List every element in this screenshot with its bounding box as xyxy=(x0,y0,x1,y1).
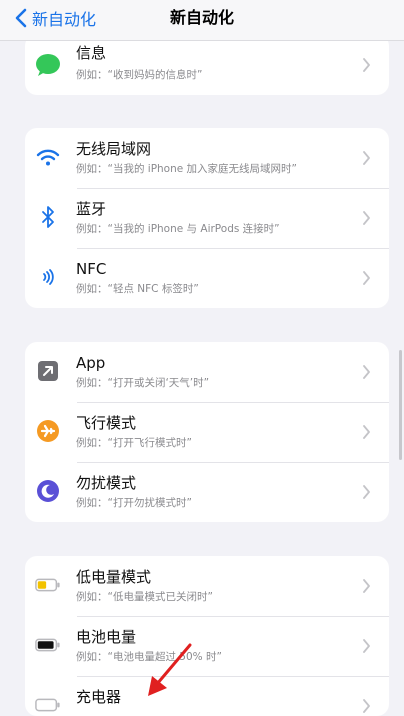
chevron-right-icon xyxy=(363,425,370,439)
trigger-row-airplane-mode[interactable]: 飞行模式 例如：“打开飞行模式时” xyxy=(25,402,389,462)
trigger-group-communication: 信息 例如：“收到妈妈的信息时” xyxy=(25,34,389,95)
trigger-label: 无线局域网 xyxy=(76,140,152,158)
trigger-label: 飞行模式 xyxy=(76,414,137,432)
trigger-example: 例如：“电池电量超过 50% 时” xyxy=(76,651,222,663)
message-icon xyxy=(35,52,61,78)
navigation-bar: 新自动化 新自动化 xyxy=(0,0,404,41)
airplane-icon xyxy=(35,418,61,444)
trigger-row-nfc[interactable]: NFC 例如：“轻点 NFC 标签时” xyxy=(25,248,389,308)
trigger-row-do-not-disturb[interactable]: 勿扰模式 例如：“打开勿扰模式时” xyxy=(25,462,389,522)
trigger-group-connectivity: 无线局域网 例如：“当我的 iPhone 加入家庭无线局域网时” 蓝牙 例如：“… xyxy=(25,128,389,308)
nfc-icon xyxy=(35,264,61,290)
page-title: 新自动化 xyxy=(169,8,234,27)
trigger-example: 例如：“低电量模式已关闭时” xyxy=(76,591,213,603)
trigger-label: 蓝牙 xyxy=(76,200,107,218)
wifi-icon xyxy=(35,144,61,170)
chevron-right-icon xyxy=(363,211,370,225)
scrollbar[interactable] xyxy=(399,350,402,460)
chevron-right-icon xyxy=(363,579,370,593)
trigger-group-settings: App 例如：“打开或关闭‘天气’时” 飞行模式 例如：“打开飞行模式时” 勿扰… xyxy=(25,342,389,522)
trigger-example: 例如：“轻点 NFC 标签时” xyxy=(76,283,199,295)
trigger-example: 例如：“打开或关闭‘天气’时” xyxy=(76,377,210,389)
trigger-example: 例如：“打开勿扰模式时” xyxy=(76,497,192,509)
trigger-example: 例如：“当我的 iPhone 加入家庭无线局域网时” xyxy=(76,163,297,175)
chevron-right-icon xyxy=(363,365,370,379)
trigger-row-charger[interactable]: 充电器 xyxy=(25,676,389,716)
chevron-right-icon xyxy=(363,58,370,72)
trigger-group-battery: 低电量模式 例如：“低电量模式已关闭时” 电池电量 例如：“电池电量超过 50%… xyxy=(25,556,389,716)
trigger-row-message[interactable]: 信息 例如：“收到妈妈的信息时” xyxy=(25,34,389,95)
charger-icon xyxy=(35,692,61,716)
trigger-example: 例如：“收到妈妈的信息时” xyxy=(76,69,203,81)
trigger-label: 充电器 xyxy=(76,688,122,706)
bluetooth-icon xyxy=(35,204,61,230)
app-icon xyxy=(35,358,61,384)
trigger-label: 勿扰模式 xyxy=(76,474,137,492)
trigger-row-low-power-mode[interactable]: 低电量模式 例如：“低电量模式已关闭时” xyxy=(25,556,389,616)
trigger-label: NFC xyxy=(76,260,107,278)
chevron-right-icon xyxy=(363,699,370,713)
chevron-right-icon xyxy=(363,271,370,285)
trigger-example: 例如：“当我的 iPhone 与 AirPods 连接时” xyxy=(76,223,280,235)
trigger-row-wifi[interactable]: 无线局域网 例如：“当我的 iPhone 加入家庭无线局域网时” xyxy=(25,128,389,188)
trigger-row-app[interactable]: App 例如：“打开或关闭‘天气’时” xyxy=(25,342,389,402)
trigger-row-battery-level[interactable]: 电池电量 例如：“电池电量超过 50% 时” xyxy=(25,616,389,676)
chevron-right-icon xyxy=(363,639,370,653)
moon-icon xyxy=(35,478,61,504)
trigger-label: 低电量模式 xyxy=(76,568,152,586)
trigger-label: 电池电量 xyxy=(76,628,137,646)
trigger-row-bluetooth[interactable]: 蓝牙 例如：“当我的 iPhone 与 AirPods 连接时” xyxy=(25,188,389,248)
chevron-right-icon xyxy=(363,485,370,499)
chevron-right-icon xyxy=(363,151,370,165)
trigger-example: 例如：“打开飞行模式时” xyxy=(76,437,192,449)
battery-icon xyxy=(35,632,61,658)
trigger-label: App xyxy=(76,354,106,372)
trigger-label: 信息 xyxy=(76,44,107,62)
low-battery-icon xyxy=(35,572,61,598)
